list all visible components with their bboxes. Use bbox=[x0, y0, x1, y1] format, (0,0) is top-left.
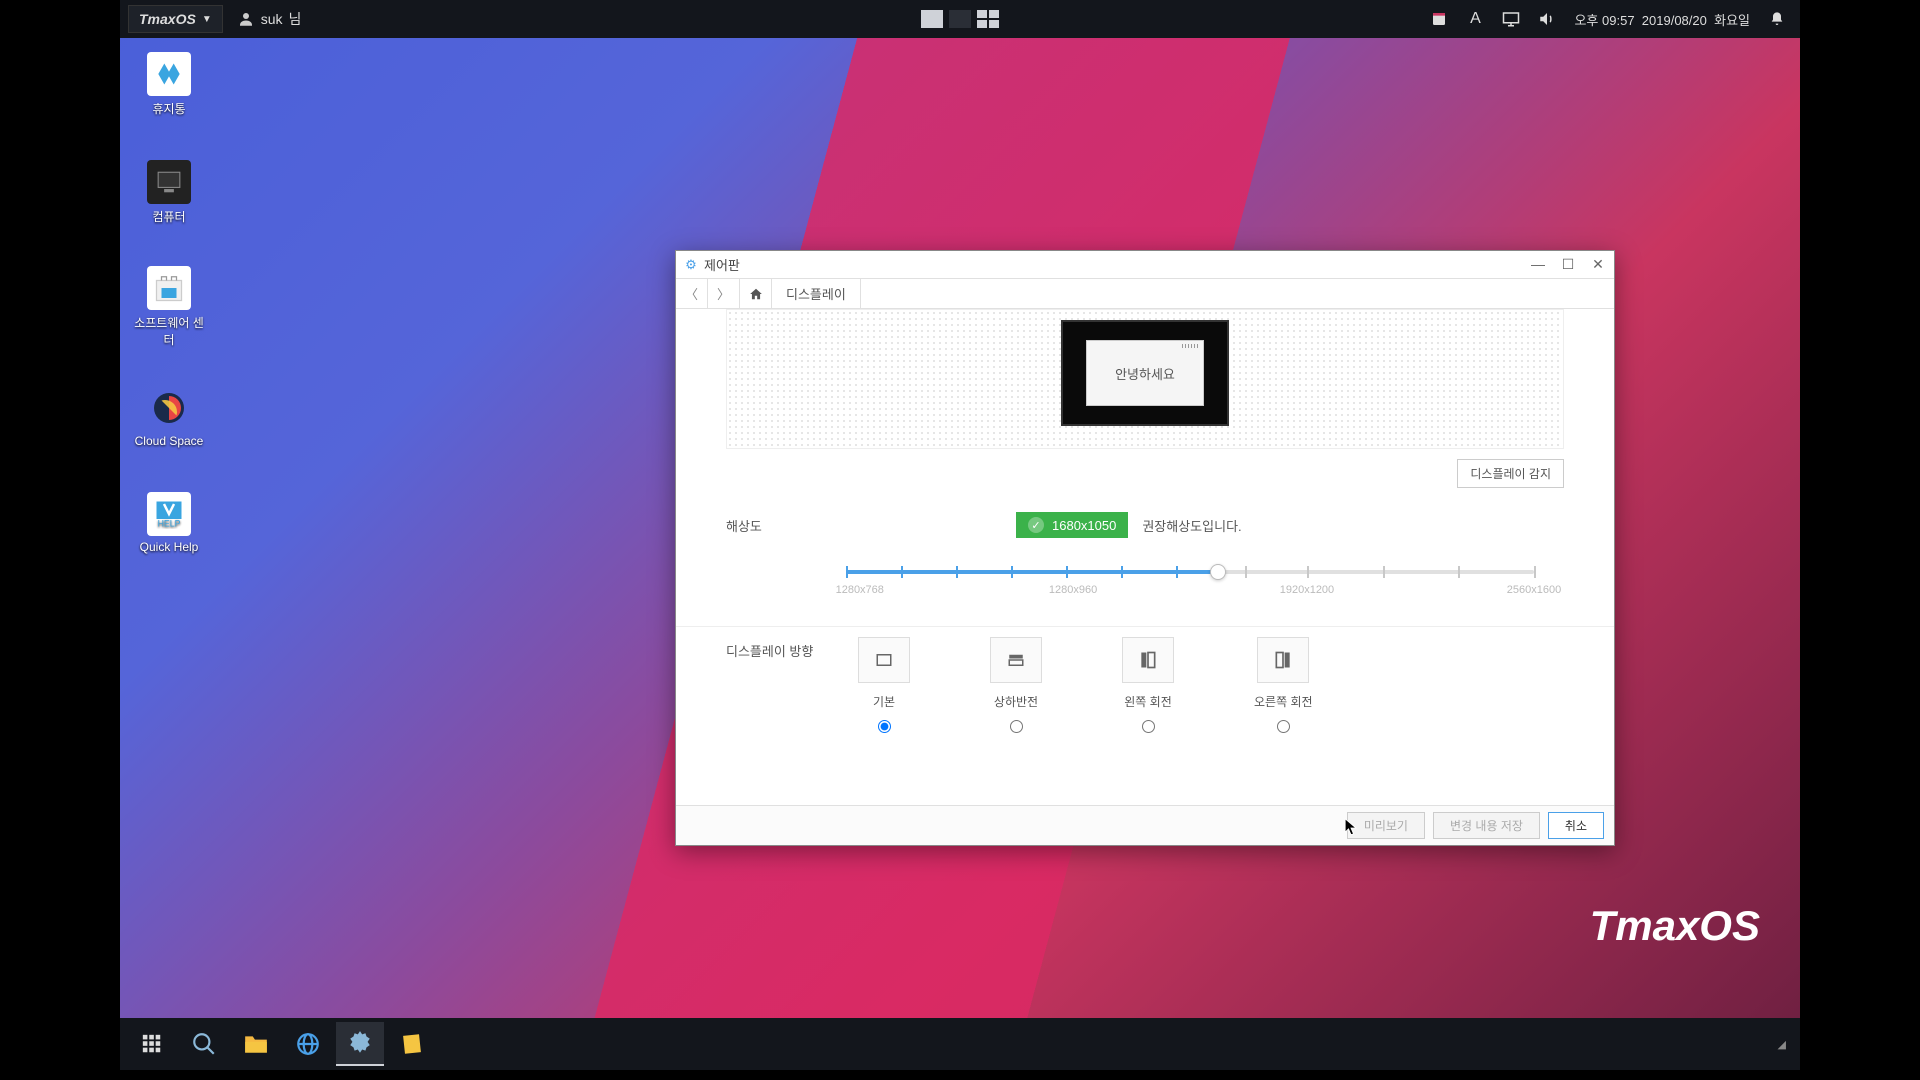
vd-2[interactable] bbox=[949, 10, 971, 28]
window-content: 안녕하세요 디스플레이 감지 해상도 ✓ 1680x1050 권 bbox=[676, 309, 1614, 805]
orient-right[interactable]: 오른쪽 회전 bbox=[1254, 637, 1313, 733]
icon-label: Quick Help bbox=[132, 540, 206, 554]
taskbar: ◢ bbox=[120, 1018, 1800, 1070]
orientation-label: 디스플레이 방향 bbox=[726, 637, 816, 733]
app-launcher[interactable] bbox=[128, 1022, 176, 1066]
resolution-note: 권장해상도입니다. bbox=[1142, 516, 1241, 535]
window-footer: 미리보기 변경 내용 저장 취소 bbox=[676, 805, 1614, 845]
preview-greeting: 안녕하세요 bbox=[1086, 340, 1204, 406]
check-icon: ✓ bbox=[1028, 517, 1044, 533]
detect-displays-button[interactable]: 디스플레이 감지 bbox=[1457, 459, 1564, 488]
orient-left[interactable]: 왼쪽 회전 bbox=[1122, 637, 1174, 733]
slider-thumb[interactable] bbox=[1210, 564, 1226, 580]
gear-icon: ⚙ bbox=[684, 258, 698, 272]
orient-default[interactable]: 기본 bbox=[858, 637, 910, 733]
icon-label: Cloud Space bbox=[132, 434, 206, 448]
taskbar-tray-icon[interactable]: ◢ bbox=[1778, 1038, 1792, 1051]
cursor-icon bbox=[1344, 818, 1358, 838]
home-button[interactable] bbox=[740, 279, 772, 309]
control-panel-window: ⚙ 제어판 — ☐ ✕ 〈 〉 디스플레이 안녕하세요 bbox=[675, 250, 1615, 846]
resolution-slider[interactable]: 1280x768 1280x960 1920x1200 2560x1600 bbox=[846, 562, 1534, 606]
trash-icon[interactable]: 휴지통 bbox=[132, 52, 206, 117]
settings-button[interactable] bbox=[336, 1022, 384, 1066]
resolution-section: 해상도 ✓ 1680x1050 권장해상도입니다. bbox=[676, 502, 1614, 627]
back-button[interactable]: 〈 bbox=[676, 279, 708, 309]
quick-help-icon[interactable]: HELP Quick Help bbox=[132, 492, 206, 554]
monitor-preview[interactable]: 안녕하세요 bbox=[1061, 320, 1229, 426]
orientation-section: 디스플레이 방향 기본 상하반전 bbox=[676, 627, 1614, 753]
top-panel: TmaxOS ▼ suk 님 A 오후 09:57 2019/08/20 화요일 bbox=[120, 0, 1800, 38]
resolution-label: 해상도 bbox=[726, 512, 816, 606]
user-icon bbox=[237, 10, 255, 28]
vd-overview[interactable] bbox=[977, 10, 999, 28]
os-menu[interactable]: TmaxOS ▼ bbox=[128, 5, 223, 33]
save-button[interactable]: 변경 내용 저장 bbox=[1433, 812, 1540, 839]
note-icon[interactable] bbox=[1430, 10, 1448, 28]
os-brand: TmaxOS bbox=[1590, 902, 1760, 950]
svg-text:HELP: HELP bbox=[158, 519, 181, 529]
cancel-button[interactable]: 취소 bbox=[1548, 812, 1604, 839]
file-manager-button[interactable] bbox=[232, 1022, 280, 1066]
display-icon[interactable] bbox=[1502, 10, 1520, 28]
computer-icon[interactable]: 컴퓨터 bbox=[132, 160, 206, 225]
clock[interactable]: 오후 09:57 2019/08/20 화요일 bbox=[1574, 10, 1750, 29]
software-center-icon[interactable]: 소프트웨어 센터 bbox=[132, 266, 206, 348]
os-name: TmaxOS bbox=[139, 11, 196, 27]
chevron-down-icon: ▼ bbox=[202, 14, 212, 25]
minimize-button[interactable]: — bbox=[1530, 256, 1546, 273]
display-preview-area: 안녕하세요 bbox=[726, 309, 1564, 449]
icon-label: 휴지통 bbox=[132, 100, 206, 117]
forward-button[interactable]: 〉 bbox=[708, 279, 740, 309]
icon-label: 컴퓨터 bbox=[132, 208, 206, 225]
notification-icon[interactable] bbox=[1768, 10, 1786, 28]
close-button[interactable]: ✕ bbox=[1590, 256, 1606, 273]
user-name: suk bbox=[261, 11, 283, 27]
window-title: 제어판 bbox=[704, 255, 740, 274]
titlebar[interactable]: ⚙ 제어판 — ☐ ✕ bbox=[676, 251, 1614, 279]
orient-flip[interactable]: 상하반전 bbox=[990, 637, 1042, 733]
maximize-button[interactable]: ☐ bbox=[1560, 256, 1576, 273]
desktop[interactable]: 휴지통 컴퓨터 소프트웨어 센터 Cloud Space HELP Quick … bbox=[120, 38, 1800, 1018]
notes-button[interactable] bbox=[388, 1022, 436, 1066]
browser-button[interactable] bbox=[284, 1022, 332, 1066]
vd-1[interactable] bbox=[921, 10, 943, 28]
orient-radio-left[interactable] bbox=[1142, 720, 1155, 733]
preview-button[interactable]: 미리보기 bbox=[1347, 812, 1425, 839]
virtual-desktops bbox=[921, 10, 999, 28]
user-indicator[interactable]: suk 님 bbox=[237, 9, 302, 29]
breadcrumb[interactable]: 디스플레이 bbox=[772, 279, 861, 308]
orient-radio-default[interactable] bbox=[878, 720, 891, 733]
cloud-space-icon[interactable]: Cloud Space bbox=[132, 386, 206, 448]
user-suffix: 님 bbox=[289, 9, 302, 29]
volume-icon[interactable] bbox=[1538, 10, 1556, 28]
search-button[interactable] bbox=[180, 1022, 228, 1066]
current-resolution-badge: ✓ 1680x1050 bbox=[1016, 512, 1128, 538]
orient-radio-right[interactable] bbox=[1277, 720, 1290, 733]
nav-toolbar: 〈 〉 디스플레이 bbox=[676, 279, 1614, 309]
orient-radio-flip[interactable] bbox=[1010, 720, 1023, 733]
text-icon[interactable]: A bbox=[1466, 10, 1484, 28]
icon-label: 소프트웨어 센터 bbox=[132, 314, 206, 348]
